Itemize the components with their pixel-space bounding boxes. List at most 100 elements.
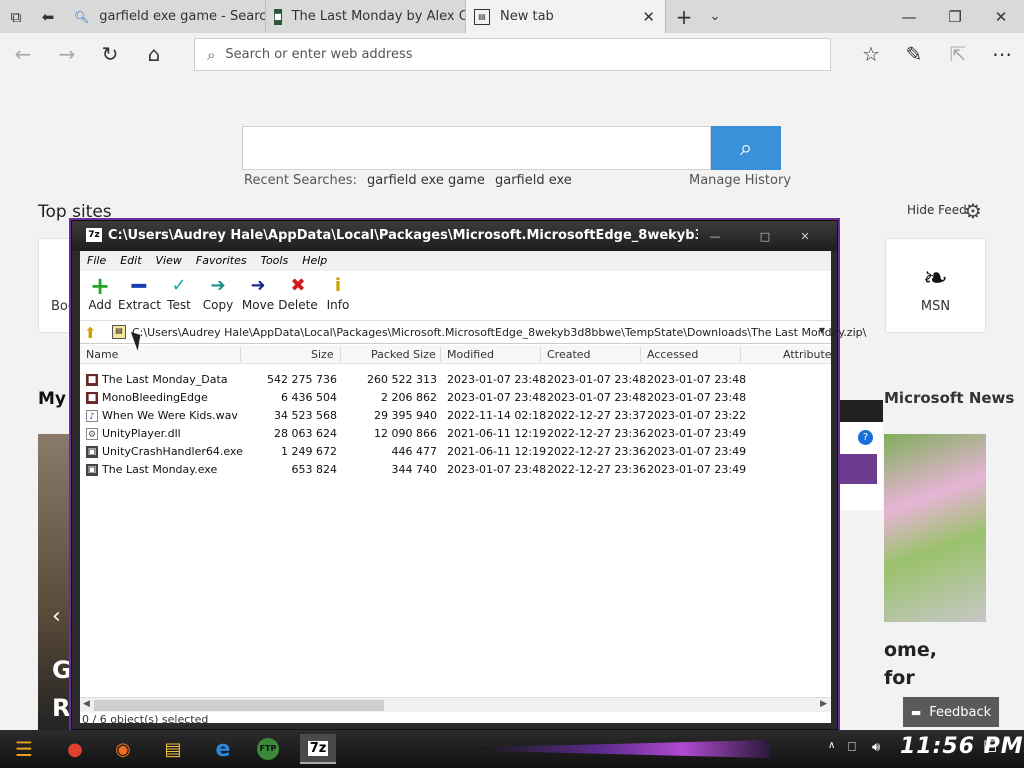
sevenzip-window: 7z C:\Users\Audrey Hale\AppData\Local\Pa… xyxy=(71,220,866,730)
news-card-image[interactable]: ‹ G R xyxy=(38,434,72,734)
refresh-icon[interactable]: ↻ xyxy=(95,39,125,69)
top-site-msn[interactable]: ❧ MSN xyxy=(885,238,986,333)
column-modified[interactable]: Modified xyxy=(447,348,494,361)
menu-favorites[interactable]: Favorites xyxy=(189,251,254,271)
close-window-button[interactable]: ✕ xyxy=(788,227,822,245)
edge-icon[interactable]: e xyxy=(205,734,241,764)
chevron-down-icon[interactable]: ⌄ xyxy=(704,0,726,33)
file-packed-size: 12 090 866 xyxy=(374,427,437,440)
minimize-button[interactable]: — xyxy=(698,227,732,245)
test-icon: ✓ xyxy=(171,275,187,296)
recent-search-link[interactable]: garfield exe game xyxy=(367,173,485,188)
tab-label: The Last Monday by Alex Cr xyxy=(291,9,466,24)
menu-view[interactable]: View xyxy=(149,251,189,271)
chevron-left-icon[interactable]: ‹ xyxy=(52,604,61,629)
scroll-right-icon[interactable]: ▶ xyxy=(820,699,827,709)
column-attribute[interactable]: Attribute xyxy=(783,348,832,361)
add-label: Add xyxy=(88,298,112,312)
delete-icon: ✖ xyxy=(290,275,306,296)
manage-history-link[interactable]: Manage History xyxy=(689,173,791,188)
sevenzip-title: C:\Users\Audrey Hale\AppData\Local\Packa… xyxy=(108,228,698,243)
newtab-icon: ▤ xyxy=(474,8,490,25)
start-icon[interactable]: ☰ xyxy=(6,734,42,764)
sevenzip-titlebar[interactable]: 7z C:\Users\Audrey Hale\AppData\Local\Pa… xyxy=(72,221,837,251)
menu-file[interactable]: File xyxy=(80,251,113,271)
restore-button[interactable]: ❐ xyxy=(932,0,978,33)
add-button[interactable]: + Add xyxy=(80,274,120,312)
news-headline[interactable]: ome, for xyxy=(884,636,937,692)
scrollbar-thumb[interactable] xyxy=(94,700,384,711)
more-icon[interactable]: ⋯ xyxy=(987,39,1017,69)
menu-edit[interactable]: Edit xyxy=(113,251,148,271)
browser-nav-bar: ← → ↻ ⌂ ⌕ Search or enter web address ☆ … xyxy=(0,33,1024,75)
maximize-button[interactable]: □ xyxy=(748,227,782,245)
file-row[interactable]: ■ The Last Monday_Data 542 275 736 260 5… xyxy=(80,371,831,389)
home-icon[interactable]: ⌂ xyxy=(139,39,169,69)
notifications-icon[interactable]: ☐ xyxy=(983,737,997,756)
sevenzip-path-bar[interactable]: ⬆ ▤ C:\Users\Audrey Hale\AppData\Local\P… xyxy=(80,322,866,344)
up-folder-icon[interactable]: ⬆ xyxy=(84,324,97,342)
tab-new-tab[interactable]: ▤ New tab ✕ xyxy=(466,0,666,33)
share-icon[interactable]: ⇱ xyxy=(943,39,973,69)
recent-search-link[interactable]: garfield exe xyxy=(495,173,572,188)
sevenzip-client: File Edit View Favorites Tools Help + Ad… xyxy=(80,251,866,723)
file-row[interactable]: ⚙ UnityPlayer.dll 28 063 624 12 090 866 … xyxy=(80,425,831,443)
column-created[interactable]: Created xyxy=(547,348,591,361)
file-name: UnityPlayer.dll xyxy=(102,427,181,440)
column-name[interactable]: Name xyxy=(86,348,118,361)
tab-last-monday[interactable]: ■ The Last Monday by Alex Cr xyxy=(266,0,466,33)
copy-button[interactable]: ➔ Copy xyxy=(198,275,238,312)
web-search-button[interactable]: ⌕ xyxy=(711,126,781,170)
extract-button[interactable]: ━ Extract xyxy=(118,274,161,312)
close-tab-icon[interactable]: ✕ xyxy=(642,8,655,26)
pen-icon[interactable]: ✎ xyxy=(899,39,929,69)
file-row[interactable]: ♪ When We Were Kids.wav 34 523 568 29 39… xyxy=(80,407,831,425)
gear-icon[interactable]: ⚙ xyxy=(964,199,982,223)
network-icon[interactable]: ⎕ xyxy=(848,740,856,755)
tab-actions-icon[interactable]: ⧉ xyxy=(0,0,32,33)
news-headline-line: ome, xyxy=(884,639,937,661)
background-window-titlebar xyxy=(835,400,883,422)
file-row[interactable]: ▣ UnityCrashHandler64.exe 1 249 672 446 … xyxy=(80,443,831,461)
set-aside-tabs-icon[interactable]: ⬅ xyxy=(32,0,64,33)
chrome-icon[interactable]: ● xyxy=(57,734,93,764)
file-accessed: 2023-01-07 23:49 xyxy=(647,427,747,440)
file-row[interactable]: ▣ The Last Monday.exe 653 824 344 740 20… xyxy=(80,461,831,479)
column-size[interactable]: Size xyxy=(311,348,334,361)
recent-searches: Recent Searches: garfield exe game garfi… xyxy=(244,173,572,188)
file-explorer-icon[interactable]: ▤ xyxy=(155,734,191,764)
help-icon[interactable]: ? xyxy=(858,430,873,445)
favorites-icon[interactable]: ☆ xyxy=(856,39,886,69)
ftp-icon[interactable]: FTP xyxy=(250,734,286,764)
chevron-down-icon[interactable]: ▼ xyxy=(819,326,825,335)
news-card-image[interactable] xyxy=(884,434,986,622)
hide-feed-link[interactable]: Hide Feed xyxy=(907,203,967,217)
move-button[interactable]: ➜ Move xyxy=(238,275,278,312)
tab-garfield-search[interactable]: 🔍︎ garfield exe game - Search xyxy=(66,0,266,33)
horizontal-scrollbar[interactable]: ◀ ▶ xyxy=(80,697,831,712)
menu-tools[interactable]: Tools xyxy=(254,251,296,271)
column-packed-size[interactable]: Packed Size xyxy=(371,348,436,361)
feedback-button[interactable]: ▬ Feedback xyxy=(903,697,999,727)
chevron-up-icon[interactable]: ∧ xyxy=(828,740,835,751)
menu-help[interactable]: Help xyxy=(295,251,334,271)
close-window-button[interactable]: ✕ xyxy=(978,0,1024,33)
sevenzip-icon[interactable]: 7z xyxy=(300,734,336,764)
file-row[interactable]: ■ MonoBleedingEdge 6 436 504 2 206 862 2… xyxy=(80,389,831,407)
clock[interactable]: 11:56 PM xyxy=(900,734,1024,759)
firefox-icon[interactable]: ◉ xyxy=(105,734,141,764)
column-accessed[interactable]: Accessed xyxy=(647,348,698,361)
minimize-button[interactable]: — xyxy=(886,0,932,33)
volume-icon[interactable]: 🔊︎ xyxy=(872,740,880,755)
file-name: The Last Monday.exe xyxy=(102,463,218,476)
scroll-left-icon[interactable]: ◀ xyxy=(83,699,90,709)
info-button[interactable]: i Info xyxy=(318,275,358,312)
file-created: 2022-12-27 23:36 xyxy=(547,445,647,458)
forward-arrow-icon[interactable]: → xyxy=(52,39,82,69)
delete-button[interactable]: ✖ Delete xyxy=(278,275,318,312)
address-bar[interactable]: ⌕ Search or enter web address xyxy=(194,38,831,71)
test-button[interactable]: ✓ Test xyxy=(159,275,199,312)
new-tab-button[interactable]: + xyxy=(672,0,696,33)
web-search-input[interactable] xyxy=(242,126,711,170)
back-arrow-icon[interactable]: ← xyxy=(8,39,38,69)
